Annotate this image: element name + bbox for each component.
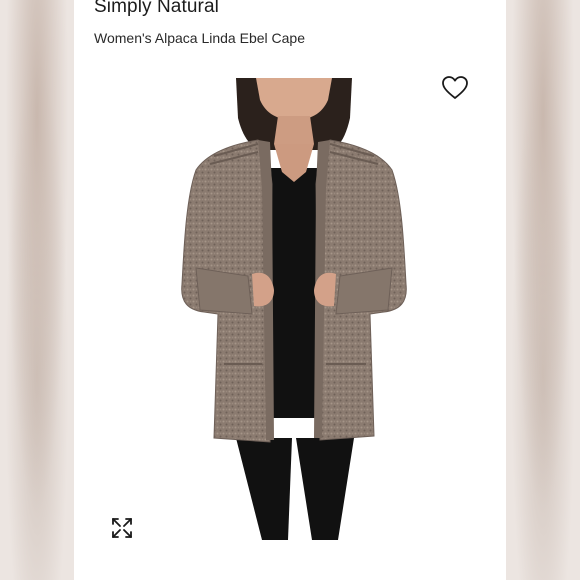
brand-name[interactable]: Simply Natural — [94, 0, 219, 18]
expand-icon[interactable] — [110, 516, 134, 540]
product-card: Simply Natural Women's Alpaca Linda Ebel… — [74, 0, 506, 580]
model-neck — [274, 116, 314, 144]
screenshot-frame: Simply Natural Women's Alpaca Linda Ebel… — [0, 0, 580, 580]
blurred-background-right — [506, 0, 580, 580]
product-image[interactable] — [174, 78, 414, 548]
heart-icon[interactable] — [442, 76, 468, 100]
right-cuff — [335, 267, 393, 315]
blurred-background-left — [0, 0, 74, 580]
model-legs — [236, 438, 292, 540]
left-cuff — [195, 267, 253, 315]
product-title: Women's Alpaca Linda Ebel Cape — [94, 30, 305, 46]
